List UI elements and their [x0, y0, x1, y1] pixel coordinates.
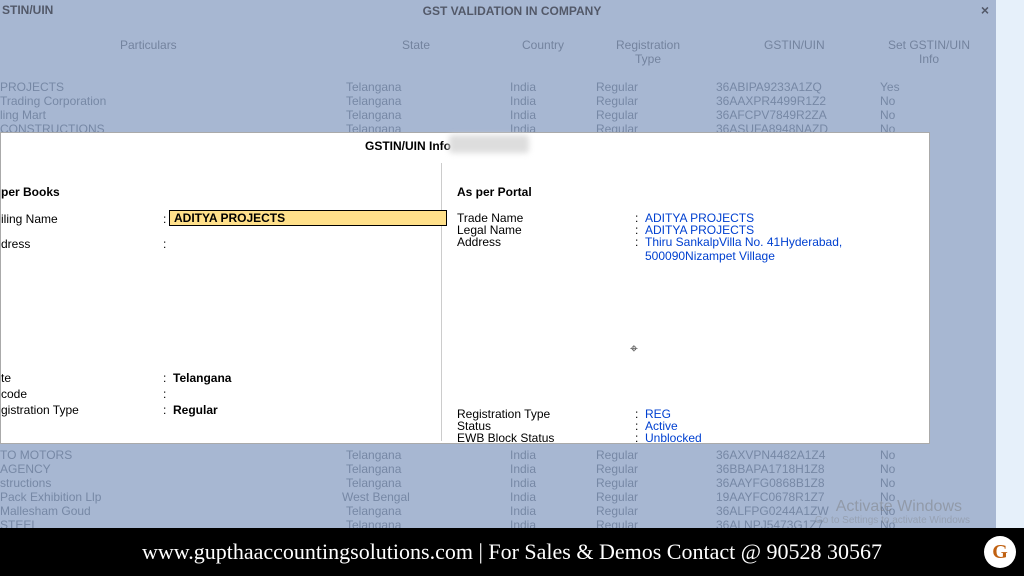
- colon: :: [635, 431, 638, 445]
- regtype-value: Regular: [173, 403, 218, 417]
- portal-address-value: Thiru SankalpVilla No. 41Hyderabad, 5000…: [645, 235, 925, 263]
- code-label: code: [1, 387, 27, 401]
- colon: :: [163, 387, 166, 401]
- colon: :: [163, 237, 166, 251]
- modal-blurred-value: [449, 135, 529, 153]
- modal-header: GSTIN/UIN Info: [1, 133, 929, 159]
- state-label: te: [1, 371, 11, 385]
- windows-watermark-line2: Go to Settings to activate Windows: [815, 515, 970, 526]
- regtype-label: gistration Type: [1, 403, 79, 417]
- colon: :: [163, 371, 166, 385]
- right-sidebar-strip: [996, 0, 1024, 528]
- gstin-info-modal: GSTIN/UIN Info per Books iling Name : AD…: [0, 132, 930, 444]
- state-value: Telangana: [173, 371, 231, 385]
- vertical-divider: [441, 163, 442, 441]
- modal-title: GSTIN/UIN Info: [365, 139, 451, 153]
- portal-ewb-label: EWB Block Status: [457, 431, 554, 445]
- mailing-name-label: iling Name: [1, 212, 58, 226]
- mailing-name-input[interactable]: ADITYA PROJECTS: [169, 210, 447, 226]
- windows-watermark-line1: Activate Windows: [836, 498, 962, 516]
- portal-side-label: As per Portal: [457, 185, 532, 199]
- portal-address-label: Address: [457, 235, 501, 249]
- address-label: dress: [1, 237, 30, 251]
- books-side-label: per Books: [1, 185, 60, 199]
- footer-banner: www.gupthaaccountingsolutions.com | For …: [0, 528, 1024, 576]
- colon: :: [163, 212, 166, 226]
- colon: :: [635, 235, 638, 249]
- footer-logo-icon: G: [984, 536, 1016, 568]
- portal-ewb-value: Unblocked: [645, 431, 702, 445]
- colon: :: [163, 403, 166, 417]
- footer-text: www.gupthaaccountingsolutions.com | For …: [142, 539, 882, 565]
